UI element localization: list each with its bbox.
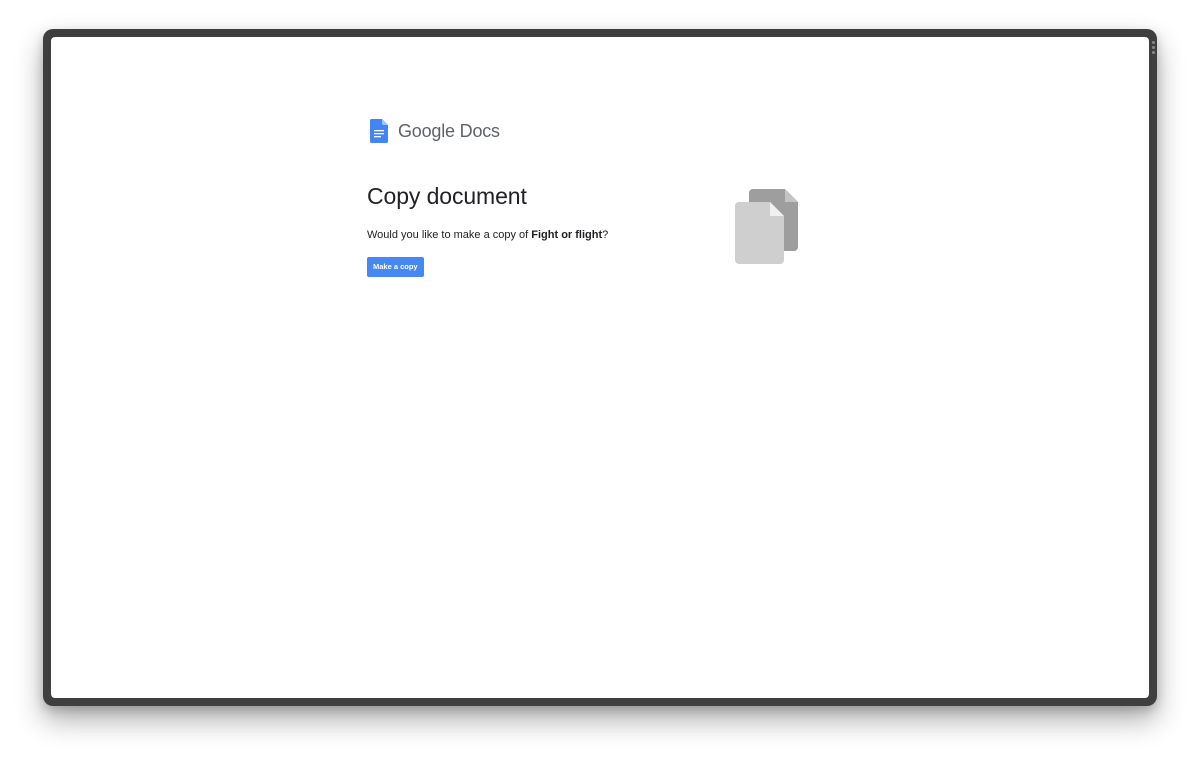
google-docs-icon bbox=[370, 119, 388, 143]
copy-documents-icon bbox=[735, 189, 798, 264]
browser-viewport: Google Docs Copy document Would you like… bbox=[51, 37, 1149, 698]
prompt-prefix: Would you like to make a copy of bbox=[367, 229, 532, 241]
make-a-copy-button[interactable]: Make a copy bbox=[367, 257, 424, 277]
logo-text: Google Docs bbox=[398, 120, 500, 141]
device-frame: Google Docs Copy document Would you like… bbox=[43, 29, 1157, 706]
google-docs-logo: Google Docs bbox=[367, 119, 807, 143]
prompt-suffix: ? bbox=[602, 229, 609, 241]
document-name: Fight or flight bbox=[531, 229, 603, 241]
frame-menu-dots bbox=[1152, 41, 1155, 54]
